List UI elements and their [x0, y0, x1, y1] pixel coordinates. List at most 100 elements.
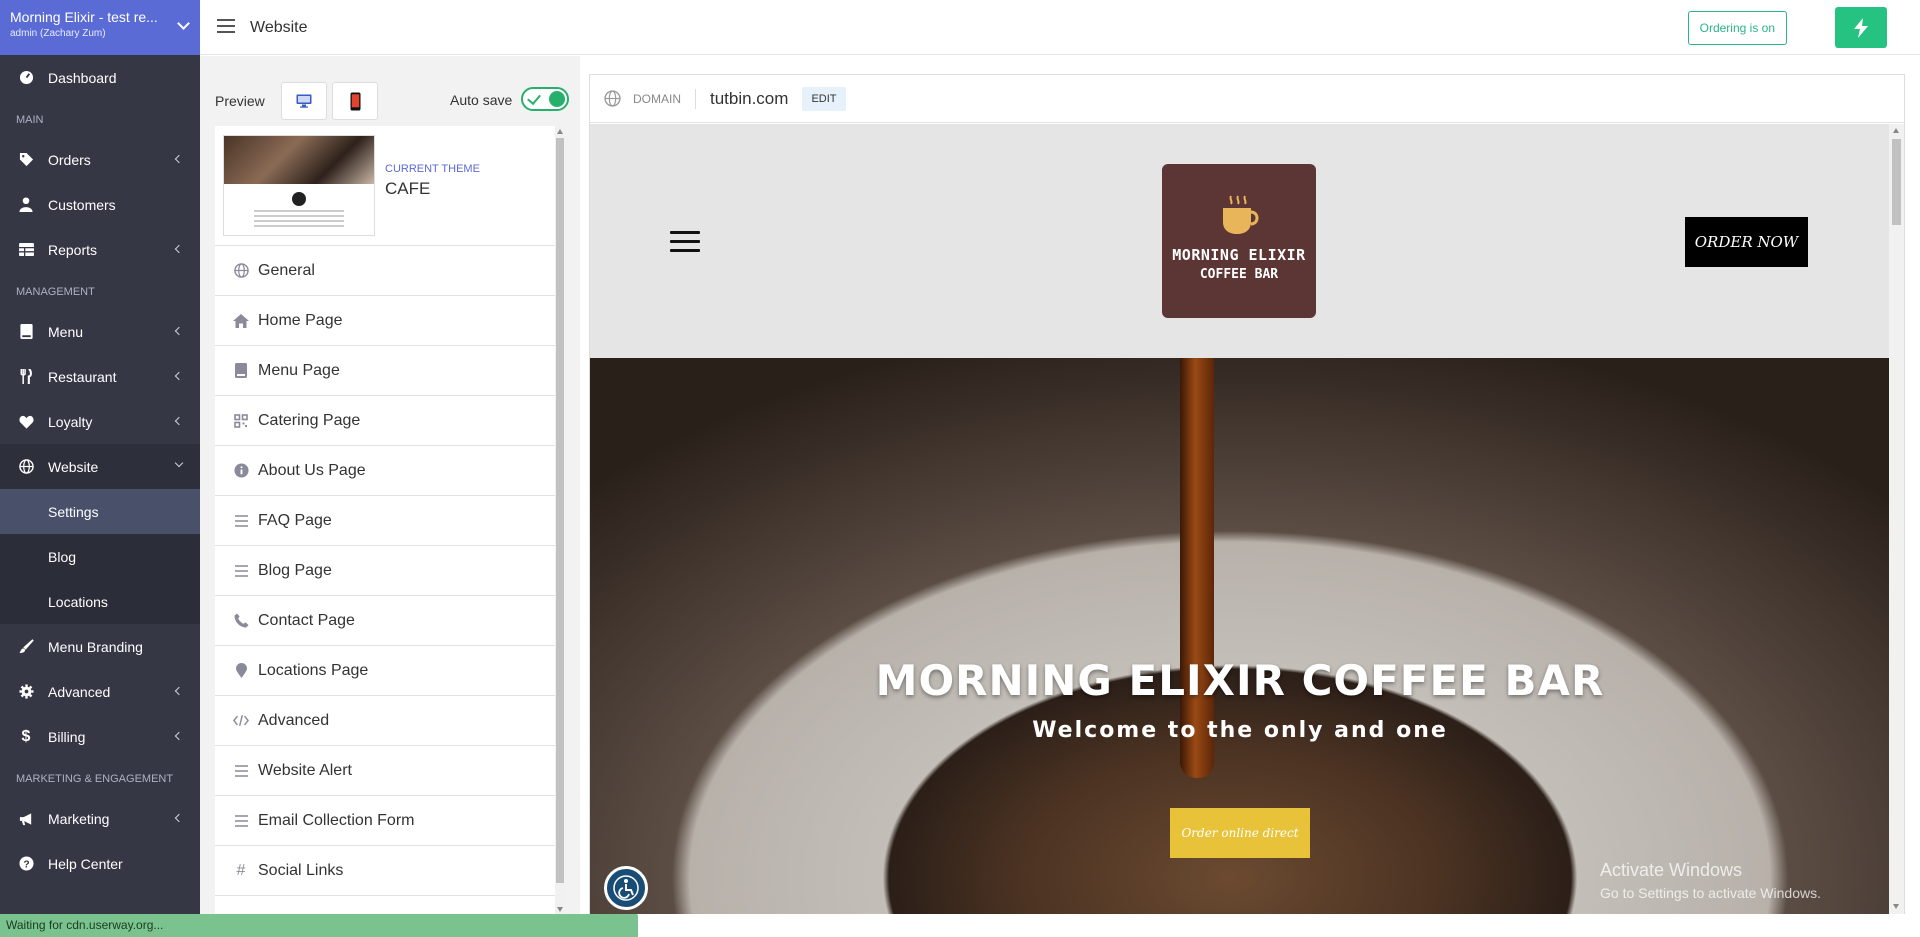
domain-value: tutbin.com: [710, 88, 789, 108]
account-switcher[interactable]: Morning Elixir - test re... admin (Zacha…: [0, 0, 200, 55]
settings-item-label: Website Alert: [258, 761, 352, 779]
settings-item-label: General: [258, 261, 315, 279]
nav-website-settings[interactable]: Settings: [0, 489, 200, 534]
page-title: Website: [250, 19, 308, 36]
info-icon: [233, 463, 249, 478]
megaphone-icon: [18, 811, 34, 827]
preview-scrollbar[interactable]: [1889, 124, 1904, 914]
quick-actions-button[interactable]: [1835, 7, 1887, 48]
edit-domain-button[interactable]: EDIT: [802, 86, 846, 111]
user-icon: [18, 197, 34, 213]
nav-website-locations[interactable]: Locations: [0, 579, 200, 624]
accessibility-widget-button[interactable]: [604, 866, 648, 910]
nav-help-center[interactable]: ? Help Center: [0, 841, 200, 886]
section-label-marketing: MARKETING & ENGAGEMENT: [16, 773, 174, 785]
settings-item-general[interactable]: General: [215, 246, 565, 296]
mobile-phone-icon: [350, 92, 360, 110]
settings-list-scrollbar[interactable]: [555, 126, 565, 916]
nav-loyalty-label: Loyalty: [48, 413, 93, 430]
scroll-down-arrow-icon[interactable]: [1893, 904, 1899, 909]
site-order-online-button[interactable]: Order online direct: [1170, 808, 1310, 858]
desktop-preview-button[interactable]: [281, 82, 327, 120]
scroll-up-arrow-icon[interactable]: [1893, 128, 1899, 133]
ordering-status-button[interactable]: Ordering is on: [1687, 11, 1787, 45]
settings-item-label: Advanced: [258, 711, 330, 729]
theme-thumbnail: [223, 135, 375, 236]
settings-item-label: Email Collection Form: [258, 811, 415, 829]
settings-item-contact-page[interactable]: Contact Page: [215, 596, 565, 646]
nav-reports[interactable]: Reports: [0, 227, 200, 272]
nav-orders-label: Orders: [48, 151, 91, 168]
scroll-up-arrow-icon[interactable]: [557, 129, 563, 134]
settings-item-menu-page[interactable]: Menu Page: [215, 346, 565, 396]
nav-website[interactable]: Website: [0, 444, 200, 489]
domain-bar: DOMAIN tutbin.com EDIT: [590, 75, 1904, 123]
toggle-knob: [549, 91, 565, 107]
check-icon: [527, 90, 541, 106]
settings-item-email-collection-form[interactable]: Email Collection Form: [215, 796, 565, 846]
coffee-cup-icon: [1223, 195, 1259, 234]
scroll-down-arrow-icon[interactable]: [557, 907, 563, 912]
scrollbar-thumb[interactable]: [556, 138, 564, 883]
list-icon: [233, 764, 249, 777]
website-editor-panel: Preview Auto save CURRENT THEME CAFE Gen…: [200, 56, 580, 916]
settings-item-label: Menu Page: [258, 361, 340, 379]
brand-title: Morning Elixir - test re...: [10, 9, 158, 25]
nav-billing-label: Billing: [48, 728, 86, 745]
nav-customers[interactable]: Customers: [0, 182, 200, 227]
nav-menu-branding[interactable]: Menu Branding: [0, 624, 200, 669]
tag-icon: [18, 152, 34, 168]
current-theme-card[interactable]: CURRENT THEME CAFE: [215, 126, 565, 246]
list-icon: [233, 514, 249, 527]
site-logo[interactable]: MORNING ELIXIR COFFEE BAR: [1162, 164, 1316, 318]
browser-status-bar: Waiting for cdn.userway.org...: [0, 914, 638, 937]
brand-user: admin (Zachary Zum): [10, 28, 106, 39]
table-icon: [18, 242, 34, 258]
monitor-icon: [296, 94, 312, 108]
nav-billing[interactable]: $ Billing: [0, 714, 200, 759]
list-icon: [233, 564, 249, 577]
site-order-now-button[interactable]: ORDER NOW: [1685, 217, 1808, 267]
theme-thumbnail-text: [254, 210, 344, 230]
autosave-toggle[interactable]: [521, 87, 569, 111]
chevron-down-icon: [174, 458, 184, 468]
hash-icon: #: [236, 861, 246, 879]
settings-item-home-page[interactable]: Home Page: [215, 296, 565, 346]
settings-item-social-links[interactable]: # Social Links: [215, 846, 565, 896]
nav-loyalty[interactable]: Loyalty: [0, 399, 200, 444]
chevron-left-icon: [174, 416, 184, 426]
lightning-bolt-icon: [1854, 17, 1868, 38]
nav-dashboard[interactable]: Dashboard: [0, 55, 200, 100]
phone-icon: [233, 613, 249, 628]
nav-website-blog[interactable]: Blog: [0, 534, 200, 579]
settings-item-catering-page[interactable]: Catering Page: [215, 396, 565, 446]
nav-menu-branding-label: Menu Branding: [48, 638, 143, 655]
settings-item-advanced[interactable]: Advanced: [215, 696, 565, 746]
nav-marketing[interactable]: Marketing: [0, 796, 200, 841]
question-circle-icon: ?: [18, 856, 34, 872]
settings-item-faq-page[interactable]: FAQ Page: [215, 496, 565, 546]
utensils-icon: [18, 369, 34, 385]
nav-restaurant-label: Restaurant: [48, 368, 117, 385]
settings-item-label: FAQ Page: [258, 511, 332, 529]
mobile-preview-button[interactable]: [332, 82, 378, 120]
nav-website-label: Website: [48, 458, 99, 475]
nav-menu[interactable]: Menu: [0, 309, 200, 354]
settings-item-label: Contact Page: [258, 611, 355, 629]
hamburger-menu-icon[interactable]: [217, 19, 235, 37]
settings-item-label: Locations Page: [258, 661, 369, 679]
settings-item-blog-page[interactable]: Blog Page: [215, 546, 565, 596]
settings-item-locations-page[interactable]: Locations Page: [215, 646, 565, 696]
nav-orders[interactable]: Orders: [0, 137, 200, 182]
svg-text:?: ?: [23, 859, 29, 870]
nav-restaurant[interactable]: Restaurant: [0, 354, 200, 399]
scrollbar-thumb[interactable]: [1892, 139, 1901, 225]
nav-advanced[interactable]: Advanced: [0, 669, 200, 714]
nav-advanced-label: Advanced: [48, 683, 111, 700]
site-menu-icon[interactable]: [670, 231, 700, 258]
current-theme-name: CAFE: [385, 179, 431, 198]
settings-item-about-us-page[interactable]: About Us Page: [215, 446, 565, 496]
settings-item-website-alert[interactable]: Website Alert: [215, 746, 565, 796]
gear-icon: [18, 684, 34, 700]
domain-label: DOMAIN: [633, 88, 696, 109]
